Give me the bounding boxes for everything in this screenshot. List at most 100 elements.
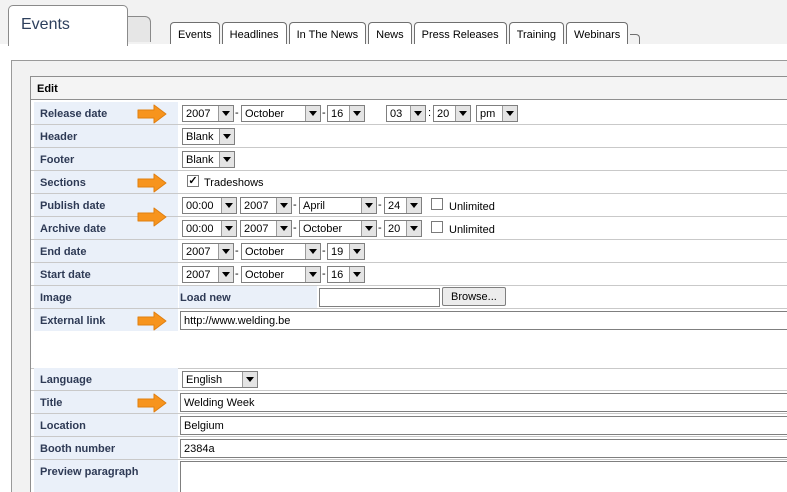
chevron-down-icon	[305, 244, 320, 259]
tab-webinars[interactable]: Webinars	[566, 22, 629, 44]
chevron-down-icon	[361, 198, 376, 213]
header-select[interactable]: Blank	[182, 128, 235, 145]
end-day-select[interactable]: 19	[327, 243, 365, 260]
archive-year-select[interactable]: 2007	[240, 220, 292, 237]
language-label: Language	[34, 368, 178, 390]
end-year-select[interactable]: 2007	[182, 243, 234, 260]
image-file-input[interactable]	[319, 288, 440, 307]
booth-number-label: Booth number	[34, 437, 178, 459]
dash-separator: -	[322, 245, 326, 257]
release-year-select[interactable]: 2007	[182, 105, 234, 122]
dash-separator: -	[235, 245, 239, 257]
dash-separator: -	[235, 268, 239, 280]
chevron-down-icon	[349, 267, 364, 282]
load-new-label: Load new	[179, 286, 317, 308]
booth-number-row: Booth number 2384a	[31, 437, 787, 460]
start-date-label: Start date	[34, 263, 178, 285]
chevron-down-icon	[305, 106, 320, 121]
publish-unlimited-checkbox[interactable]	[431, 198, 443, 210]
orange-arrow-icon	[137, 393, 167, 413]
dash-separator: -	[235, 107, 239, 119]
section-tabs: Events Headlines In The News News Press …	[170, 22, 641, 44]
orange-arrow-icon	[137, 207, 167, 227]
location-label: Location	[34, 414, 178, 436]
chevron-down-icon	[361, 221, 376, 236]
archive-month-select[interactable]: October	[299, 220, 377, 237]
header-label: Header	[34, 125, 178, 147]
main-tab-flap	[127, 16, 151, 42]
orange-arrow-icon	[137, 173, 167, 193]
preview-paragraph-label: Preview paragraph	[34, 460, 178, 492]
preview-paragraph-textarea[interactable]	[180, 461, 787, 492]
edit-panel: Edit Release date 2007 - October - 16 03…	[30, 76, 787, 492]
image-row: Image Load new Browse...	[31, 286, 787, 309]
release-hour-select[interactable]: 03	[386, 105, 426, 122]
tab-press-releases[interactable]: Press Releases	[413, 22, 507, 44]
header-row: Header Blank	[31, 125, 787, 148]
orange-arrow-icon	[137, 104, 167, 124]
release-ampm-select[interactable]: pm	[476, 105, 518, 122]
release-minute-select[interactable]: 20	[433, 105, 471, 122]
archive-unlimited-label: Unlimited	[449, 224, 495, 236]
dash-separator: -	[322, 268, 326, 280]
chevron-down-icon	[406, 198, 421, 213]
colon-separator: :	[428, 107, 432, 119]
chevron-down-icon	[221, 221, 236, 236]
browse-button[interactable]: Browse...	[442, 287, 506, 306]
tab-events[interactable]: Events	[170, 22, 220, 44]
tradeshows-checkbox[interactable]: ✓	[187, 175, 199, 187]
dash-separator: -	[378, 222, 382, 234]
tradeshows-label: Tradeshows	[204, 177, 264, 189]
end-date-row: End date 2007 - October - 19	[31, 240, 787, 263]
publish-year-select[interactable]: 2007	[240, 197, 292, 214]
archive-unlimited-checkbox[interactable]	[431, 221, 443, 233]
title-input[interactable]: Welding Week	[180, 393, 787, 412]
chevron-down-icon	[219, 152, 234, 167]
chevron-down-icon	[406, 221, 421, 236]
chevron-down-icon	[276, 221, 291, 236]
publish-month-select[interactable]: April	[299, 197, 377, 214]
start-date-row: Start date 2007 - October - 16	[31, 263, 787, 286]
chevron-down-icon	[219, 129, 234, 144]
chevron-down-icon	[455, 106, 470, 121]
location-input[interactable]: Belgium	[180, 416, 787, 435]
tab-in-the-news[interactable]: In The News	[288, 22, 367, 44]
top-tab-bar: Events Events Headlines In The News News…	[0, 0, 787, 46]
chevron-down-icon	[221, 198, 236, 213]
archive-day-select[interactable]: 20	[384, 220, 422, 237]
archive-time-select[interactable]: 00:00	[182, 220, 237, 237]
tab-news[interactable]: News	[368, 22, 412, 44]
language-select[interactable]: English	[182, 371, 258, 388]
chevron-down-icon	[242, 372, 257, 387]
footer-label: Footer	[34, 148, 178, 170]
end-date-label: End date	[34, 240, 178, 262]
chevron-down-icon	[349, 244, 364, 259]
preview-paragraph-row: Preview paragraph	[31, 460, 787, 492]
booth-number-input[interactable]: 2384a	[180, 439, 787, 458]
image-label: Image	[34, 286, 178, 308]
chevron-down-icon	[218, 106, 233, 121]
start-day-select[interactable]: 16	[327, 266, 365, 283]
chevron-down-icon	[305, 267, 320, 282]
dash-separator: -	[293, 222, 297, 234]
start-year-select[interactable]: 2007	[182, 266, 234, 283]
release-month-select[interactable]: October	[241, 105, 321, 122]
chevron-down-icon	[502, 106, 517, 121]
tab-training[interactable]: Training	[508, 22, 565, 44]
panel-title: Edit	[31, 77, 787, 100]
external-link-input[interactable]: http://www.welding.be	[180, 311, 787, 330]
publish-day-select[interactable]: 24	[384, 197, 422, 214]
dash-separator: -	[293, 199, 297, 211]
chevron-down-icon	[349, 106, 364, 121]
footer-select[interactable]: Blank	[182, 151, 235, 168]
publish-time-select[interactable]: 00:00	[182, 197, 237, 214]
release-day-select[interactable]: 16	[327, 105, 365, 122]
chevron-down-icon	[218, 244, 233, 259]
tab-strip-end	[630, 34, 641, 44]
chevron-down-icon	[218, 267, 233, 282]
start-month-select[interactable]: October	[241, 266, 321, 283]
main-tab-events[interactable]: Events	[8, 5, 128, 46]
chevron-down-icon	[276, 198, 291, 213]
end-month-select[interactable]: October	[241, 243, 321, 260]
tab-headlines[interactable]: Headlines	[221, 22, 287, 44]
